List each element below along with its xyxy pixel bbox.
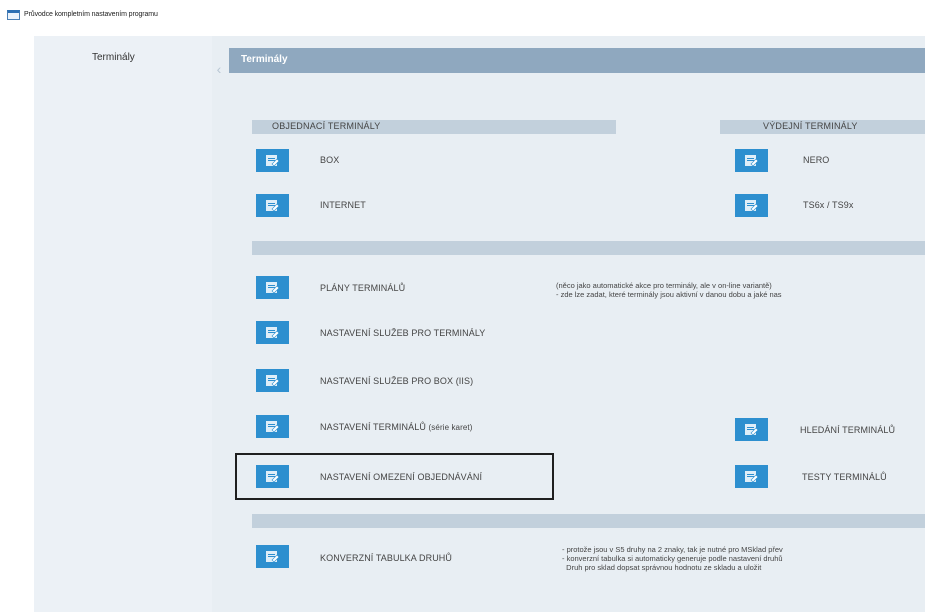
selection-highlight	[235, 453, 554, 500]
edit-document-icon	[266, 282, 280, 294]
edit-document-icon	[745, 155, 759, 167]
page-title-bar: Terminály	[229, 48, 925, 73]
sluzby-button[interactable]	[256, 321, 289, 344]
sluzby-box-label: NASTAVENÍ SLUŽEB PRO BOX (IIS)	[320, 376, 474, 386]
chevron-left-icon[interactable]: ‹	[212, 58, 226, 80]
edit-document-icon	[266, 200, 280, 212]
sluzby-label: NASTAVENÍ SLUŽEB PRO TERMINÁLY	[320, 328, 486, 338]
konverzni-button[interactable]	[256, 545, 289, 568]
section-bar-general	[252, 241, 925, 255]
section-bar-conversion	[252, 514, 925, 528]
konverzni-note-2: - konverzní tabulka si automaticky gener…	[562, 554, 783, 563]
edit-document-icon	[266, 155, 280, 167]
internet-button[interactable]	[256, 194, 289, 217]
testy-button[interactable]	[735, 465, 768, 488]
edit-document-icon	[745, 424, 759, 436]
konverzni-label: KONVERZNÍ TABULKA DRUHŮ	[320, 553, 452, 563]
sluzby-box-button[interactable]	[256, 369, 289, 392]
sidebar-item-terminaly[interactable]: Terminály	[92, 52, 135, 63]
ts-label: TS6x / TS9x	[803, 200, 854, 210]
plany-note-1: (něco jako automatické akce pro terminál…	[556, 281, 772, 290]
section-dispensing-label: VÝDEJNÍ TERMINÁLY	[763, 121, 858, 131]
title-bar: Průvodce kompletním nastavením programu	[0, 0, 925, 28]
ts-button[interactable]	[735, 194, 768, 217]
nero-label: NERO	[803, 155, 830, 165]
testy-label: TESTY TERMINÁLŮ	[802, 472, 887, 482]
nastaveni-terminalu-sub: (série karet)	[428, 423, 473, 432]
window-icon	[7, 10, 20, 20]
edit-document-icon	[266, 421, 280, 433]
nastaveni-terminalu-button[interactable]	[256, 415, 289, 438]
window-title: Průvodce kompletním nastavením programu	[24, 11, 158, 18]
plany-note-2: - zde lze zadat, které terminály jsou ak…	[556, 290, 782, 299]
edit-document-icon	[266, 551, 280, 563]
konverzni-note-1: - protože jsou v S5 druhy na 2 znaky, ta…	[562, 545, 783, 554]
internet-label: INTERNET	[320, 200, 366, 210]
konverzni-note-3: Druh pro sklad dopsat správnou hodnotu z…	[562, 563, 762, 572]
nastaveni-terminalu-label: NASTAVENÍ TERMINÁLŮ (série karet)	[320, 422, 473, 432]
edit-document-icon	[266, 375, 280, 387]
hledani-button[interactable]	[735, 418, 768, 441]
sidebar: Terminály	[34, 36, 212, 612]
nero-button[interactable]	[735, 149, 768, 172]
edit-document-icon	[745, 200, 759, 212]
plany-label: PLÁNY TERMINÁLŮ	[320, 283, 406, 293]
nastaveni-terminalu-text: NASTAVENÍ TERMINÁLŮ	[320, 422, 426, 432]
hledani-label: HLEDÁNÍ TERMINÁLŮ	[800, 425, 896, 435]
plany-button[interactable]	[256, 276, 289, 299]
box-button[interactable]	[256, 149, 289, 172]
page-title: Terminály	[241, 54, 288, 65]
box-label: BOX	[320, 155, 340, 165]
edit-document-icon	[745, 471, 759, 483]
edit-document-icon	[266, 327, 280, 339]
section-ordering-label: OBJEDNACÍ TERMINÁLY	[272, 121, 381, 131]
